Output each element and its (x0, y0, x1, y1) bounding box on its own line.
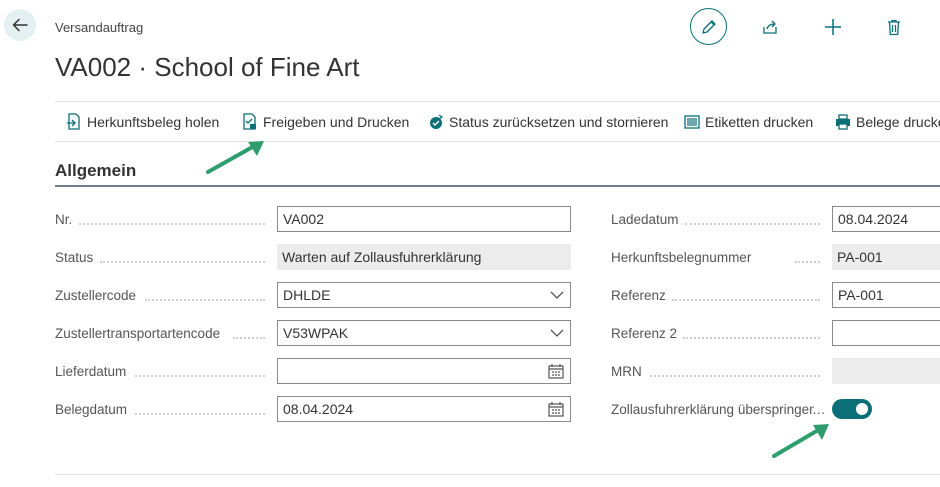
select-value: V53WPAK (283, 325, 349, 341)
nr-input[interactable]: VA002 (277, 206, 571, 232)
label-leader (79, 223, 265, 225)
label-leader (135, 375, 265, 377)
plus-icon (825, 19, 841, 35)
label-leader (683, 337, 820, 339)
back-button[interactable] (4, 9, 36, 41)
zustellercode-select[interactable]: DHLDE (277, 282, 571, 308)
ladedatum-input[interactable]: 08.04.2024 (832, 206, 940, 232)
share-icon (763, 20, 777, 34)
share-button[interactable] (751, 8, 789, 46)
label-leader (795, 261, 820, 263)
field-label-ladedatum: Ladedatum (611, 212, 679, 227)
edit-button[interactable] (690, 8, 727, 45)
action-etiketten-drucken[interactable]: Etiketten drucken (684, 102, 813, 141)
action-label: Herkunftsbeleg holen (87, 113, 220, 130)
action-label: Belege drucken (856, 113, 940, 130)
field-label-herkunftsbelegnummer: Herkunftsbelegnummer (611, 250, 752, 265)
section-divider-bottom (55, 474, 940, 475)
action-belege-drucken[interactable]: Belege drucken (835, 102, 940, 141)
new-button[interactable] (814, 8, 852, 46)
breadcrumb: Versandauftrag (55, 20, 144, 35)
status-field: Warten auf Zollausfuhrerklärung (277, 244, 571, 270)
label-leader (135, 413, 265, 415)
field-label-lieferdatum: Lieferdatum (55, 364, 127, 379)
field-label-mrn: MRN (611, 364, 642, 379)
zustellertransportartencode-select[interactable]: V53WPAK (277, 320, 571, 346)
referenz-input[interactable]: PA-001 (832, 282, 940, 308)
herkunftsbelegnummer-field: PA-001 (832, 244, 940, 270)
lieferdatum-input[interactable] (277, 358, 571, 384)
label-leader (685, 223, 820, 225)
field-label-zustellertransportartencode: Zustellertransportartencode (55, 326, 221, 341)
section-divider (55, 185, 940, 187)
calendar-icon[interactable] (548, 397, 564, 421)
mrn-field (832, 358, 940, 384)
section-title[interactable]: Allgemein (55, 161, 136, 181)
chevron-down-icon[interactable] (550, 283, 564, 307)
action-label: Freigeben und Drucken (263, 113, 410, 130)
chevron-down-icon[interactable] (550, 321, 564, 345)
document-arrow-icon (67, 113, 80, 130)
label-leader (100, 261, 265, 263)
reset-status-icon (430, 113, 444, 129)
field-label-nr: Nr. (55, 212, 73, 227)
page-title: VA002 · School of Fine Art (55, 52, 360, 82)
label-leader (650, 375, 820, 377)
date-value: 08.04.2024 (283, 401, 354, 417)
delete-button[interactable] (875, 8, 913, 46)
label-leader (233, 337, 265, 339)
pencil-icon (701, 19, 716, 34)
referenz-2-input[interactable] (832, 320, 940, 346)
arrow-left-icon (12, 18, 28, 32)
action-label: Etiketten drucken (705, 113, 814, 130)
annotation-arrow-icon (206, 141, 264, 174)
document-release-icon (243, 113, 256, 130)
field-label-referenz-2: Referenz 2 (611, 326, 678, 341)
field-label-referenz: Referenz (611, 288, 666, 303)
select-value: DHLDE (283, 287, 331, 303)
action-herkunftsbeleg-holen[interactable]: Herkunftsbeleg holen (66, 102, 219, 141)
toggle-knob (856, 403, 868, 415)
belegdatum-input[interactable]: 08.04.2024 (277, 396, 571, 422)
trash-icon (888, 19, 900, 35)
label-leader (672, 299, 820, 301)
calendar-icon[interactable] (548, 359, 564, 383)
annotation-arrow-icon (772, 424, 829, 458)
barcode-icon (684, 114, 700, 129)
printer-icon (836, 113, 850, 130)
action-label: Status zurücksetzen und stornieren (449, 113, 669, 130)
action-status-zuruecksetzen[interactable]: Status zurücksetzen und stornieren (428, 102, 668, 141)
label-leader (145, 299, 265, 301)
field-label-status: Status (55, 250, 94, 265)
action-bar: Herkunftsbeleg holen Freigeben und Druck… (55, 101, 940, 142)
field-label-belegdatum: Belegdatum (55, 402, 128, 417)
field-label-zustellercode: Zustellercode (55, 288, 137, 303)
